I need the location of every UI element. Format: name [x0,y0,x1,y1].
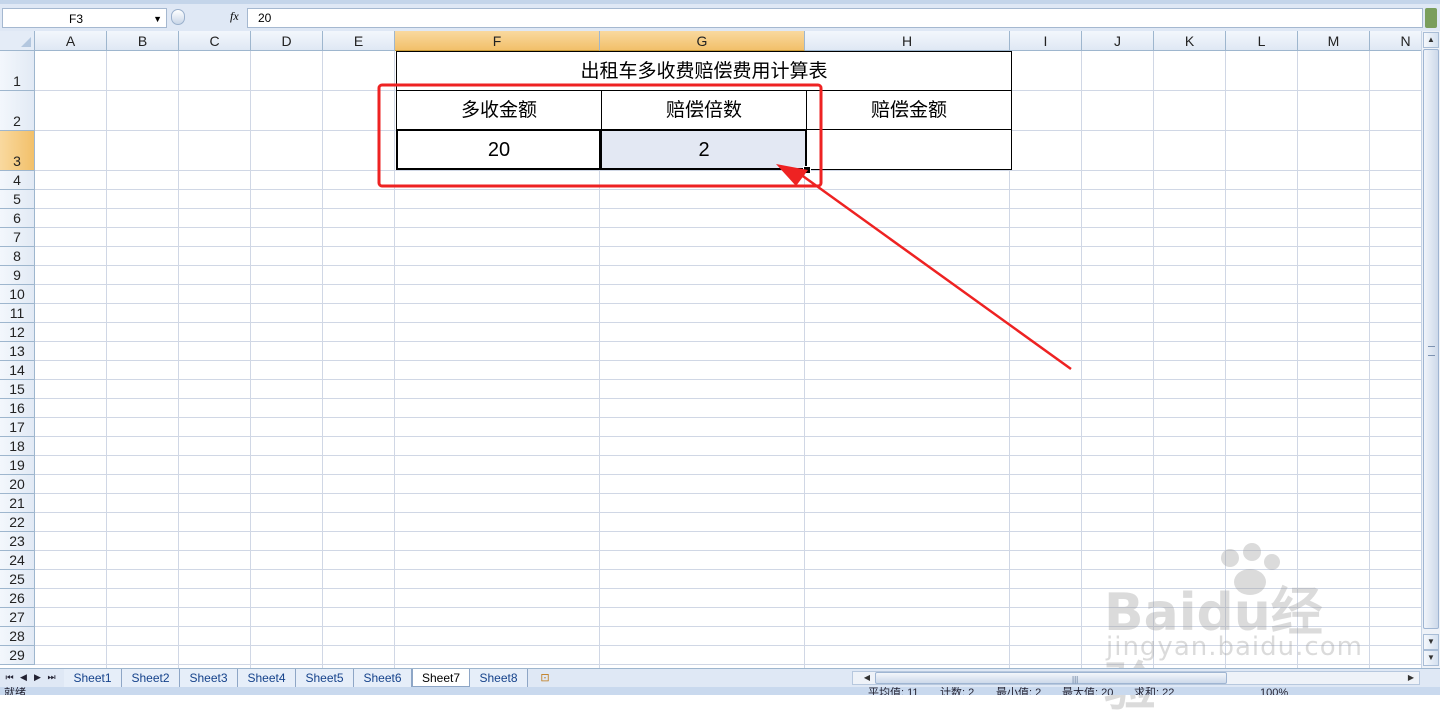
sheet-tab-bar: ⏮ ◀ ▶ ⏭ Sheet1 Sheet2 Sheet3 Sheet4 Sheet5 Sh… [0,668,1440,687]
first-sheet-icon[interactable]: ⏮ [4,671,15,684]
grip-icon [1428,346,1435,356]
prev-sheet-icon[interactable]: ◀ [18,671,29,684]
sheet-tab-sheet5[interactable]: Sheet5 [296,669,354,687]
scroll-down-end-icon[interactable]: ▼ [1423,650,1439,666]
sheet-tab-sheet6[interactable]: Sheet6 [354,669,412,687]
sheet-tab-sheet2[interactable]: Sheet2 [122,669,180,687]
sheet-tab-sheet7[interactable]: Sheet7 [412,669,470,687]
annotation-highlight-box [377,83,823,188]
zoom-level[interactable]: 100% [1260,687,1288,695]
status-bar: 就绪 平均值: 11 计数: 2 最小值: 2 最大值: 20 求和: 22 1… [0,687,1440,695]
vertical-scroll-thumb[interactable] [1423,49,1439,629]
sheet-tab-sheet3[interactable]: Sheet3 [180,669,238,687]
annotation-arrowhead [776,164,808,186]
baidu-jingyan-watermark: Baidu经验 jingyan.baidu.com [1100,540,1370,718]
vertical-scrollbar[interactable]: ▲ ▼ ▼ [1421,31,1440,668]
sheet-tab-sheet4[interactable]: Sheet4 [238,669,296,687]
status-min: 最小值: 2 [996,687,1042,695]
grip-icon: ||| [1072,675,1079,684]
watermark-url: jingyan.baidu.com [1106,632,1363,662]
scroll-left-icon[interactable]: ◀ [861,672,873,684]
status-count: 计数: 2 [940,687,975,695]
status-max: 最大值: 20 [1062,687,1114,695]
status-sum: 求和: 22 [1134,687,1175,695]
scroll-right-icon[interactable]: ▶ [1405,672,1417,684]
status-average: 平均值: 11 [868,687,919,695]
annotation-arrow-line [799,172,1072,371]
sheet-tab-sheet1[interactable]: Sheet1 [64,669,122,687]
scroll-up-icon[interactable]: ▲ [1423,32,1439,48]
horizontal-scrollbar[interactable]: ◀ ||| ▶ [852,671,1420,685]
horizontal-scroll-thumb[interactable]: ||| [875,672,1227,684]
sheet-tab-sheet8[interactable]: Sheet8 [470,669,528,687]
last-sheet-icon[interactable]: ⏭ [46,671,57,684]
insert-sheet-icon[interactable]: ⊡ [536,671,554,685]
status-ready: 就绪 [4,687,26,695]
scroll-down-icon[interactable]: ▼ [1423,634,1439,650]
next-sheet-icon[interactable]: ▶ [32,671,43,684]
